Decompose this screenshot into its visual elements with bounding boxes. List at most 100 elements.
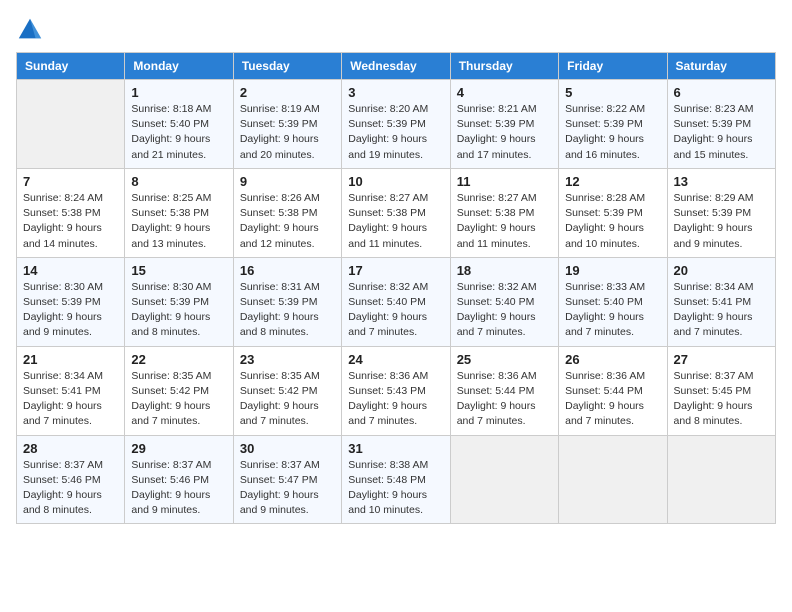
day-info: Sunrise: 8:30 AMSunset: 5:39 PMDaylight:… bbox=[23, 280, 118, 341]
day-info: Sunrise: 8:37 AMSunset: 5:47 PMDaylight:… bbox=[240, 458, 335, 519]
calendar-cell: 31 Sunrise: 8:38 AMSunset: 5:48 PMDayligh… bbox=[342, 435, 450, 524]
day-info: Sunrise: 8:27 AMSunset: 5:38 PMDaylight:… bbox=[348, 191, 443, 252]
day-info: Sunrise: 8:37 AMSunset: 5:46 PMDaylight:… bbox=[131, 458, 226, 519]
calendar-cell: 23 Sunrise: 8:35 AMSunset: 5:42 PMDayligh… bbox=[233, 346, 341, 435]
weekday-header-thursday: Thursday bbox=[450, 53, 558, 80]
calendar-week-row: 28 Sunrise: 8:37 AMSunset: 5:46 PMDayligh… bbox=[17, 435, 776, 524]
day-number: 8 bbox=[131, 174, 226, 189]
calendar-cell: 6 Sunrise: 8:23 AMSunset: 5:39 PMDaylight… bbox=[667, 80, 775, 169]
calendar-cell bbox=[450, 435, 558, 524]
day-info: Sunrise: 8:25 AMSunset: 5:38 PMDaylight:… bbox=[131, 191, 226, 252]
page-header bbox=[16, 16, 776, 44]
calendar-week-row: 14 Sunrise: 8:30 AMSunset: 5:39 PMDayligh… bbox=[17, 257, 776, 346]
day-number: 17 bbox=[348, 263, 443, 278]
day-info: Sunrise: 8:18 AMSunset: 5:40 PMDaylight:… bbox=[131, 102, 226, 163]
calendar-cell: 5Sunrise: 8:22 AMSunset: 5:39 PMDaylight… bbox=[559, 80, 667, 169]
day-info: Sunrise: 8:34 AMSunset: 5:41 PMDaylight:… bbox=[23, 369, 118, 430]
calendar-cell: 8 Sunrise: 8:25 AMSunset: 5:38 PMDaylight… bbox=[125, 168, 233, 257]
calendar-week-row: 21 Sunrise: 8:34 AMSunset: 5:41 PMDayligh… bbox=[17, 346, 776, 435]
calendar-cell: 28 Sunrise: 8:37 AMSunset: 5:46 PMDayligh… bbox=[17, 435, 125, 524]
calendar-cell: 22 Sunrise: 8:35 AMSunset: 5:42 PMDayligh… bbox=[125, 346, 233, 435]
day-info: Sunrise: 8:28 AMSunset: 5:39 PMDaylight:… bbox=[565, 191, 660, 252]
calendar-cell: 9 Sunrise: 8:26 AMSunset: 5:38 PMDaylight… bbox=[233, 168, 341, 257]
day-info: Sunrise: 8:37 AMSunset: 5:45 PMDaylight:… bbox=[674, 369, 769, 430]
day-info: Sunrise: 8:23 AMSunset: 5:39 PMDaylight:… bbox=[674, 102, 769, 163]
day-info: Sunrise: 8:33 AMSunset: 5:40 PMDaylight:… bbox=[565, 280, 660, 341]
day-number: 20 bbox=[674, 263, 769, 278]
calendar-week-row: 7Sunrise: 8:24 AMSunset: 5:38 PMDaylight… bbox=[17, 168, 776, 257]
calendar-table: SundayMondayTuesdayWednesdayThursdayFrid… bbox=[16, 52, 776, 524]
day-number: 19 bbox=[565, 263, 660, 278]
day-number: 24 bbox=[348, 352, 443, 367]
day-number: 10 bbox=[348, 174, 443, 189]
calendar-cell: 26 Sunrise: 8:36 AMSunset: 5:44 PMDayligh… bbox=[559, 346, 667, 435]
calendar-cell: 7Sunrise: 8:24 AMSunset: 5:38 PMDaylight… bbox=[17, 168, 125, 257]
day-info: Sunrise: 8:19 AMSunset: 5:39 PMDaylight:… bbox=[240, 102, 335, 163]
calendar-cell: 15Sunrise: 8:30 AMSunset: 5:39 PMDayligh… bbox=[125, 257, 233, 346]
day-info: Sunrise: 8:27 AMSunset: 5:38 PMDaylight:… bbox=[457, 191, 552, 252]
weekday-header-saturday: Saturday bbox=[667, 53, 775, 80]
day-info: Sunrise: 8:26 AMSunset: 5:38 PMDaylight:… bbox=[240, 191, 335, 252]
calendar-cell: 4Sunrise: 8:21 AMSunset: 5:39 PMDaylight… bbox=[450, 80, 558, 169]
day-number: 5 bbox=[565, 85, 660, 100]
calendar-cell: 21 Sunrise: 8:34 AMSunset: 5:41 PMDayligh… bbox=[17, 346, 125, 435]
day-number: 6 bbox=[674, 85, 769, 100]
day-number: 14 bbox=[23, 263, 118, 278]
weekday-header-row: SundayMondayTuesdayWednesdayThursdayFrid… bbox=[17, 53, 776, 80]
day-number: 25 bbox=[457, 352, 552, 367]
calendar-cell: 16 Sunrise: 8:31 AMSunset: 5:39 PMDayligh… bbox=[233, 257, 341, 346]
logo bbox=[16, 16, 48, 44]
day-number: 2 bbox=[240, 85, 335, 100]
day-info: Sunrise: 8:35 AMSunset: 5:42 PMDaylight:… bbox=[240, 369, 335, 430]
day-number: 31 bbox=[348, 441, 443, 456]
calendar-body: 1 Sunrise: 8:18 AMSunset: 5:40 PMDaylight… bbox=[17, 80, 776, 524]
calendar-cell: 30 Sunrise: 8:37 AMSunset: 5:47 PMDayligh… bbox=[233, 435, 341, 524]
calendar-cell bbox=[559, 435, 667, 524]
day-number: 11 bbox=[457, 174, 552, 189]
day-info: Sunrise: 8:37 AMSunset: 5:46 PMDaylight:… bbox=[23, 458, 118, 519]
day-info: Sunrise: 8:38 AMSunset: 5:48 PMDaylight:… bbox=[348, 458, 443, 519]
day-number: 9 bbox=[240, 174, 335, 189]
day-number: 23 bbox=[240, 352, 335, 367]
day-info: Sunrise: 8:34 AMSunset: 5:41 PMDaylight:… bbox=[674, 280, 769, 341]
calendar-cell: 1 Sunrise: 8:18 AMSunset: 5:40 PMDaylight… bbox=[125, 80, 233, 169]
weekday-header-friday: Friday bbox=[559, 53, 667, 80]
day-info: Sunrise: 8:20 AMSunset: 5:39 PMDaylight:… bbox=[348, 102, 443, 163]
day-info: Sunrise: 8:35 AMSunset: 5:42 PMDaylight:… bbox=[131, 369, 226, 430]
day-number: 13 bbox=[674, 174, 769, 189]
day-info: Sunrise: 8:29 AMSunset: 5:39 PMDaylight:… bbox=[674, 191, 769, 252]
calendar-cell: 17 Sunrise: 8:32 AMSunset: 5:40 PMDayligh… bbox=[342, 257, 450, 346]
day-number: 30 bbox=[240, 441, 335, 456]
calendar-cell: 2 Sunrise: 8:19 AMSunset: 5:39 PMDaylight… bbox=[233, 80, 341, 169]
day-number: 22 bbox=[131, 352, 226, 367]
day-number: 1 bbox=[131, 85, 226, 100]
weekday-header-sunday: Sunday bbox=[17, 53, 125, 80]
calendar-cell: 24Sunrise: 8:36 AMSunset: 5:43 PMDayligh… bbox=[342, 346, 450, 435]
day-info: Sunrise: 8:36 AMSunset: 5:44 PMDaylight:… bbox=[565, 369, 660, 430]
day-number: 18 bbox=[457, 263, 552, 278]
calendar-cell: 10 Sunrise: 8:27 AMSunset: 5:38 PMDayligh… bbox=[342, 168, 450, 257]
day-info: Sunrise: 8:31 AMSunset: 5:39 PMDaylight:… bbox=[240, 280, 335, 341]
day-info: Sunrise: 8:21 AMSunset: 5:39 PMDaylight:… bbox=[457, 102, 552, 163]
calendar-cell bbox=[17, 80, 125, 169]
calendar-cell: 29 Sunrise: 8:37 AMSunset: 5:46 PMDayligh… bbox=[125, 435, 233, 524]
calendar-cell: 25 Sunrise: 8:36 AMSunset: 5:44 PMDayligh… bbox=[450, 346, 558, 435]
day-number: 27 bbox=[674, 352, 769, 367]
day-number: 28 bbox=[23, 441, 118, 456]
day-number: 3 bbox=[348, 85, 443, 100]
day-number: 26 bbox=[565, 352, 660, 367]
day-number: 21 bbox=[23, 352, 118, 367]
calendar-cell: 12 Sunrise: 8:28 AMSunset: 5:39 PMDayligh… bbox=[559, 168, 667, 257]
calendar-week-row: 1 Sunrise: 8:18 AMSunset: 5:40 PMDaylight… bbox=[17, 80, 776, 169]
day-info: Sunrise: 8:32 AMSunset: 5:40 PMDaylight:… bbox=[348, 280, 443, 341]
day-info: Sunrise: 8:32 AMSunset: 5:40 PMDaylight:… bbox=[457, 280, 552, 341]
day-number: 29 bbox=[131, 441, 226, 456]
calendar-cell: 3 Sunrise: 8:20 AMSunset: 5:39 PMDaylight… bbox=[342, 80, 450, 169]
day-number: 16 bbox=[240, 263, 335, 278]
weekday-header-wednesday: Wednesday bbox=[342, 53, 450, 80]
day-info: Sunrise: 8:36 AMSunset: 5:44 PMDaylight:… bbox=[457, 369, 552, 430]
calendar-cell: 13 Sunrise: 8:29 AMSunset: 5:39 PMDayligh… bbox=[667, 168, 775, 257]
weekday-header-monday: Monday bbox=[125, 53, 233, 80]
calendar-cell: 27 Sunrise: 8:37 AMSunset: 5:45 PMDayligh… bbox=[667, 346, 775, 435]
day-number: 12 bbox=[565, 174, 660, 189]
